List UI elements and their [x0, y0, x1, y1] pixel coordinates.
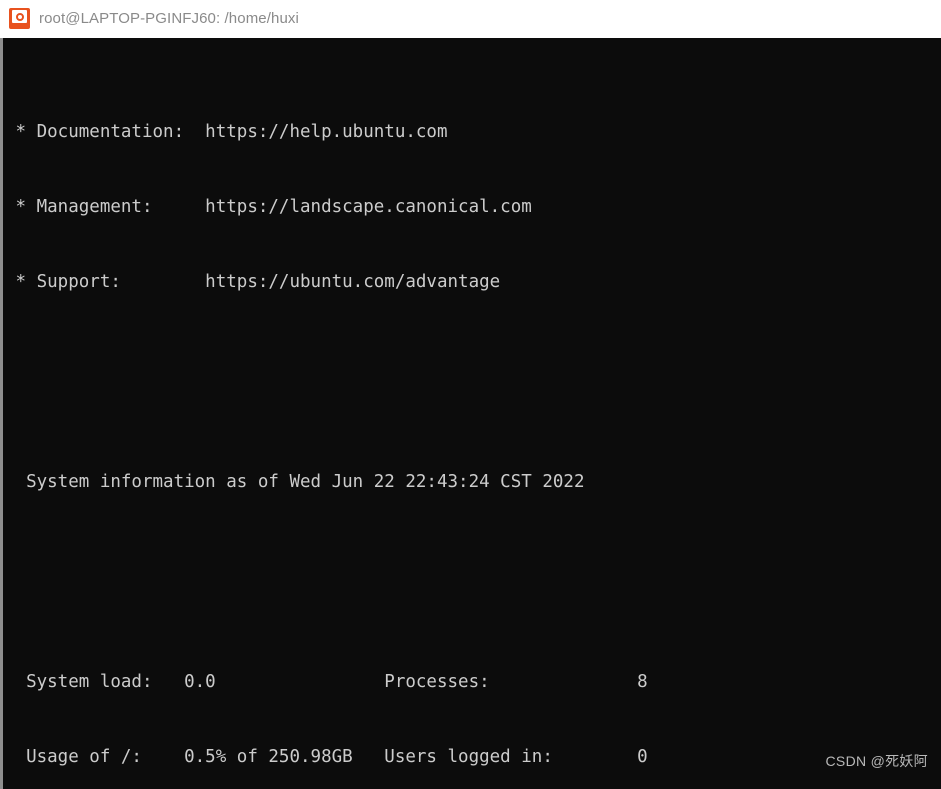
sysinfo-row-system-load: System load: 0.0 Processes: 8	[5, 672, 648, 692]
sysinfo-header: System information as of Wed Jun 22 22:4…	[5, 472, 585, 492]
motd-line-management: * Management: https://landscape.canonica…	[5, 197, 532, 217]
csdn-watermark: CSDN @死妖阿	[825, 753, 928, 769]
motd-line-support: * Support: https://ubuntu.com/advantage	[5, 272, 501, 292]
window-title: root@LAPTOP-PGINFJ60: /home/huxi	[39, 10, 299, 27]
terminal-window: root@LAPTOP-PGINFJ60: /home/huxi * Docum…	[0, 0, 941, 789]
sysinfo-row-usage-of-root: Usage of /: 0.5% of 250.98GB Users logge…	[5, 747, 648, 767]
motd-line-documentation: * Documentation: https://help.ubuntu.com	[5, 122, 448, 142]
ubuntu-terminal-icon	[9, 8, 30, 29]
terminal-output: * Documentation: https://help.ubuntu.com…	[3, 38, 941, 789]
terminal-screen[interactable]: * Documentation: https://help.ubuntu.com…	[0, 38, 941, 789]
window-titlebar[interactable]: root@LAPTOP-PGINFJ60: /home/huxi	[0, 0, 941, 38]
